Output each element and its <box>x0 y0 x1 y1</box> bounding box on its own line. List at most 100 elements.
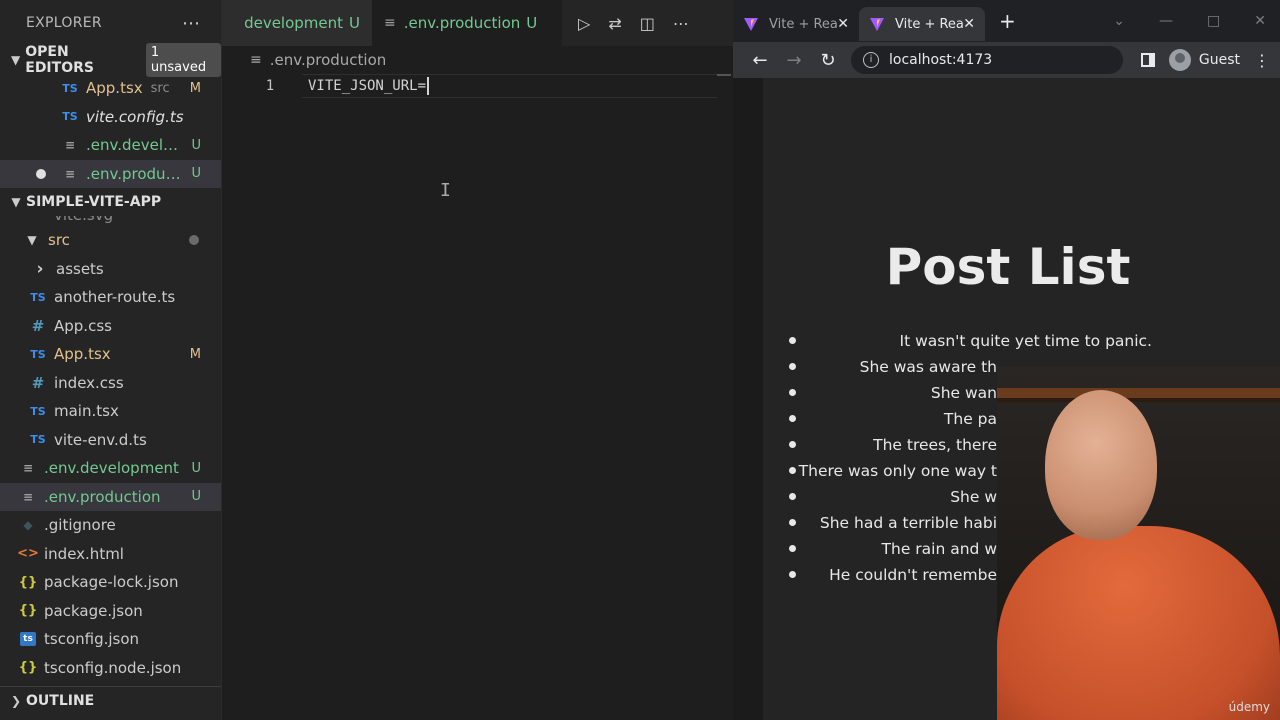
presenter-head-graphic <box>1045 390 1157 540</box>
tree-label: tsconfig.node.json <box>44 658 182 677</box>
tree-file-package-json[interactable]: {} package.json <box>0 597 221 626</box>
info-icon[interactable]: i <box>863 52 879 68</box>
close-tab-icon[interactable]: ✕ <box>837 16 849 32</box>
untracked-status: U <box>191 166 201 182</box>
profile-label: Guest <box>1198 52 1240 68</box>
outline-header[interactable]: ❯ OUTLINE <box>0 686 221 714</box>
cut-off-row: vite.svg <box>0 216 221 226</box>
tree-file-main-tsx[interactable]: TS main.tsx <box>0 397 221 426</box>
tree-file-vite-env[interactable]: TS vite-env.d.ts <box>0 426 221 455</box>
bullet <box>789 467 796 474</box>
untracked-status: U <box>191 137 201 153</box>
minimize-icon[interactable]: — <box>1159 13 1173 29</box>
editor-actions: ▷ ⇄ ◫ ⋯ <box>578 14 689 33</box>
open-editor-vite-config[interactable]: TS vite.config.ts <box>0 103 221 132</box>
project-label: SIMPLE-VITE-APP <box>26 194 162 210</box>
tree-file-tsconfig[interactable]: ts tsconfig.json <box>0 625 221 654</box>
minimap-slider[interactable] <box>717 74 731 76</box>
open-editor-env-development[interactable]: ≡ .env.develo... U <box>0 131 221 160</box>
tree-label: main.tsx <box>54 402 119 421</box>
open-editor-app-tsx[interactable]: TS App.tsx src M <box>0 74 221 103</box>
tree-file-package-lock[interactable]: {} package-lock.json <box>0 568 221 597</box>
post-text: He couldn't remembe <box>829 566 997 584</box>
compare-changes-icon[interactable]: ⇄ <box>608 14 621 33</box>
open-editor-env-production[interactable]: ≡ .env.produc... U <box>0 159 221 188</box>
run-icon[interactable]: ▷ <box>578 14 590 33</box>
tree-file-app-css[interactable]: # App.css <box>0 312 221 341</box>
new-tab-icon[interactable]: + <box>999 9 1016 33</box>
git-icon: ◆ <box>23 518 33 533</box>
tab-env-development[interactable]: development U <box>222 0 372 46</box>
chevron-down-icon: ▼ <box>27 233 37 248</box>
address-bar[interactable]: i localhost:4173 <box>851 46 1123 74</box>
browser-tab-1[interactable]: Vite + Rea ✕ <box>733 7 859 41</box>
current-line-highlight <box>302 74 717 98</box>
toolbar-right: Guest ⋮ <box>1140 49 1270 71</box>
typescript-icon: TS <box>30 433 46 447</box>
env-file-icon: ≡ <box>64 166 76 181</box>
json-icon: {} <box>18 660 38 676</box>
unsaved-dot-icon[interactable] <box>36 168 46 179</box>
tab-label: development <box>244 14 344 32</box>
browser-menu-icon[interactable]: ⋮ <box>1254 51 1270 70</box>
project-header[interactable]: ▼ SIMPLE-VITE-APP <box>0 188 221 216</box>
tree-label: App.tsx <box>54 345 111 364</box>
typescript-icon: TS <box>30 347 46 361</box>
tree-label: package-lock.json <box>44 573 179 592</box>
chevron-down-icon: ▼ <box>11 53 21 67</box>
bullet <box>789 571 796 578</box>
tab-search-icon[interactable]: ⌄ <box>1113 13 1125 29</box>
tree-file-env-development[interactable]: ≡ .env.development U <box>0 454 221 483</box>
vite-logo-icon <box>744 18 758 31</box>
split-editor-icon[interactable]: ◫ <box>640 14 655 33</box>
line-number: 1 <box>265 78 275 94</box>
chevron-down-icon: ▼ <box>11 195 21 209</box>
tree-file-gitignore[interactable]: ◆ .gitignore <box>0 511 221 540</box>
tree-folder-assets[interactable]: › assets <box>0 255 221 284</box>
tree-label: App.css <box>54 316 112 335</box>
modified-status: M <box>189 80 201 96</box>
open-editor-label: .env.produc... <box>86 164 186 183</box>
avatar <box>1168 49 1191 71</box>
url-text: localhost:4173 <box>889 52 993 68</box>
more-actions-icon[interactable]: ⋯ <box>673 14 689 33</box>
tree-file-env-production[interactable]: ≡ .env.production U <box>0 482 221 511</box>
tree-label: .gitignore <box>44 516 116 535</box>
maximize-icon[interactable]: □ <box>1207 13 1220 29</box>
tab-label: .env.production <box>403 14 521 32</box>
side-panel-icon[interactable] <box>1140 53 1155 67</box>
css-icon: # <box>31 316 45 335</box>
tree-label: index.html <box>44 544 124 563</box>
close-tab-icon[interactable]: ✕ <box>963 16 975 32</box>
profile-button[interactable]: Guest <box>1168 49 1240 71</box>
more-actions-icon[interactable]: ⋯ <box>182 13 201 34</box>
bullet <box>789 337 796 344</box>
tree-file-index-html[interactable]: <> index.html <box>0 540 221 569</box>
forward-icon[interactable]: → <box>777 50 811 71</box>
tree-label: .env.production <box>44 487 161 506</box>
back-icon[interactable]: ← <box>743 50 777 71</box>
tree-file-tsconfig-node[interactable]: {} tsconfig.node.json <box>0 654 221 683</box>
shelf-graphic <box>997 388 1280 398</box>
untracked-status: U <box>526 14 538 32</box>
explorer-title: EXPLORER <box>26 15 102 31</box>
browser-tab-title: Vite + Rea <box>895 16 964 32</box>
json-icon: {} <box>18 574 38 590</box>
modified-status: M <box>189 346 201 362</box>
tree-file-app-tsx[interactable]: TS App.tsx M <box>0 340 221 369</box>
tree-folder-src[interactable]: ▼ src <box>0 226 221 255</box>
tab-env-production[interactable]: ≡ .env.production U <box>372 0 562 46</box>
tree-file-another-route[interactable]: TS another-route.ts <box>0 283 221 312</box>
presenter-shirt-graphic <box>997 526 1280 720</box>
browser-tab-strip: Vite + Rea ✕ Vite + Rea ✕ + ⌄ — □ ✕ <box>733 0 1280 42</box>
typescript-icon: TS <box>62 110 78 124</box>
modified-dot-icon <box>189 235 199 246</box>
untracked-status: U <box>349 14 360 32</box>
breadcrumb-file[interactable]: .env.production <box>270 51 387 69</box>
chevron-right-icon: ❯ <box>10 693 22 708</box>
reload-icon[interactable]: ↻ <box>811 50 845 71</box>
browser-tab-2[interactable]: Vite + Rea ✕ <box>859 7 985 41</box>
close-window-icon[interactable]: ✕ <box>1254 13 1266 29</box>
open-editors-header[interactable]: ▼ OPEN EDITORS 1 unsaved <box>0 43 221 77</box>
tree-file-index-css[interactable]: # index.css <box>0 369 221 398</box>
